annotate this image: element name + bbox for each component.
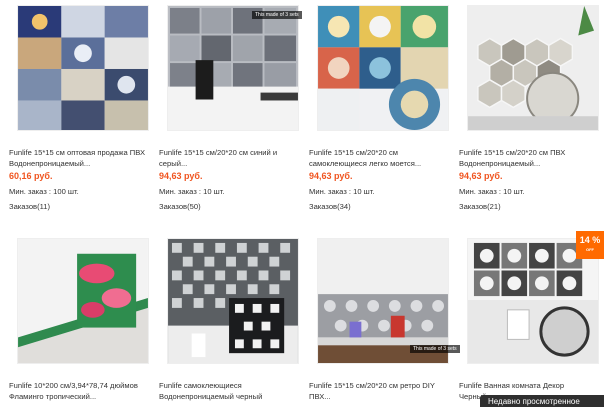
product-title[interactable]: Funlife 15*15 см/20*20 см ПВХ Водонепрон… xyxy=(459,147,597,169)
product-orders: Заказов(11) xyxy=(9,202,51,211)
product-orders: Заказов(50) xyxy=(159,202,201,211)
recently-viewed-button[interactable]: Недавно просмотренное xyxy=(480,395,604,407)
product-orders: Заказов(21) xyxy=(459,202,501,211)
discount-label: OFF xyxy=(585,247,594,252)
product-title[interactable]: Funlife 15*15 см/20*20 см синий и серый.… xyxy=(159,147,297,169)
product-image[interactable] xyxy=(167,5,299,131)
product-title[interactable]: Funlife самоклеющиеся Водонепроницаемый … xyxy=(159,380,297,402)
product-title[interactable]: Funlife 10*200 см/3,94*78,74 дюймов Флам… xyxy=(9,380,147,402)
product-min-order: Мин. заказ : 100 шт. xyxy=(9,187,79,196)
product-grid: Funlife 15*15 см оптовая продажа ПВХ Вод… xyxy=(0,0,604,407)
product-min-order: Мин. заказ : 10 шт. xyxy=(159,187,225,196)
product-price: 94,63 руб. xyxy=(309,171,353,181)
discount-badge: 14 % OFF xyxy=(576,231,604,259)
product-min-order: Мин. заказ : 10 шт. xyxy=(309,187,375,196)
product-image[interactable] xyxy=(167,238,299,364)
product-image[interactable] xyxy=(17,238,149,364)
product-title[interactable]: Funlife 15*15 см/20*20 см ретро DIY ПВХ.… xyxy=(309,380,447,402)
product-image[interactable] xyxy=(317,5,449,131)
discount-value: 14 % xyxy=(579,235,601,245)
product-image[interactable] xyxy=(17,5,149,131)
product-min-order: Мин. заказ : 10 шт. xyxy=(459,187,525,196)
product-title[interactable]: Funlife 15*15 см оптовая продажа ПВХ Вод… xyxy=(9,147,147,169)
product-price: 94,63 руб. xyxy=(159,171,203,181)
product-orders: Заказов(34) xyxy=(309,202,351,211)
product-price: 60,16 руб. xyxy=(9,171,53,181)
product-price: 94,63 руб. xyxy=(459,171,503,181)
image-badge: This made of 3 sets xyxy=(252,11,302,19)
product-image[interactable] xyxy=(467,5,599,131)
image-badge: This made of 3 sets xyxy=(410,345,460,353)
product-title[interactable]: Funlife 15*15 см/20*20 см самоклеющиеся … xyxy=(309,147,447,169)
